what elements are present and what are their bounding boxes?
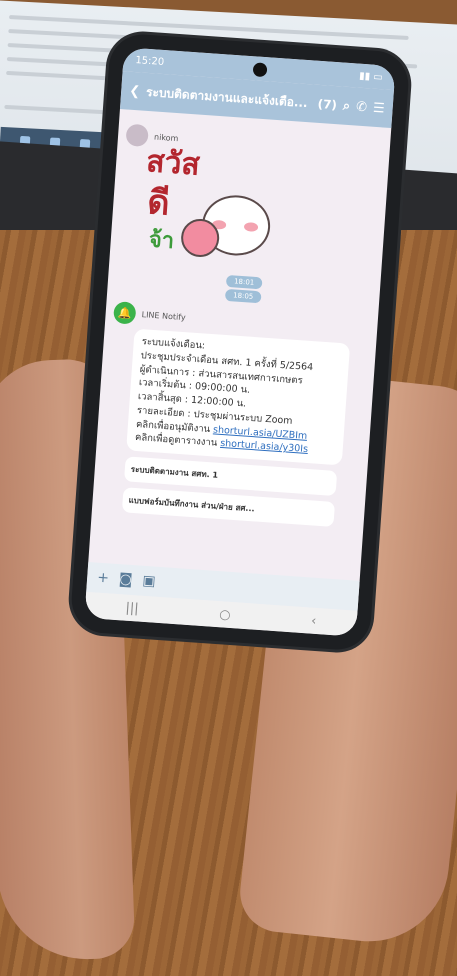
phone-screen: 15:20 ▮▮ ▭ ❮ ระบบติดตามงานและแจ้งเตือ...… (84, 47, 396, 637)
back-icon[interactable]: ‹ (311, 613, 317, 628)
member-count: (7) (317, 96, 338, 113)
sticker-text-line: จ้า (148, 227, 175, 255)
home-icon[interactable]: ○ (219, 607, 231, 623)
signal-battery-icon: ▮▮ ▭ (358, 70, 384, 83)
sticker-cheek (243, 222, 259, 232)
bell-icon[interactable]: 🔔 (113, 301, 137, 325)
card-title: แบบฟอร์มบันทึกงาน ส่วน/ฝ่าย สศ... (128, 495, 255, 514)
card-title: ระบบติดตามงาน สศท. 1 (130, 464, 219, 480)
image-icon[interactable]: ▣ (142, 573, 156, 590)
chat-title: ระบบติดตามงานและแจ้งเตือ... (145, 84, 309, 110)
phone-icon[interactable]: ✆ (356, 99, 368, 115)
system-time-pill: 18:05 (224, 288, 262, 304)
avatar[interactable] (125, 123, 149, 148)
system-time-pill: 18:01 (225, 274, 263, 290)
camera-icon[interactable]: ◙ (118, 571, 133, 588)
sender-name: LINE Notify (141, 309, 186, 322)
status-time: 15:20 (135, 54, 165, 68)
plus-icon[interactable]: + (97, 570, 110, 587)
sticker-text-line: ดี (146, 182, 171, 224)
chevron-left-icon[interactable]: ❮ (129, 83, 141, 99)
greeting-sticker[interactable]: สวัส ดี จ้า (139, 144, 381, 283)
search-icon[interactable]: ⌕ (342, 98, 350, 113)
menu-icon[interactable]: ☰ (372, 100, 385, 116)
chat-area[interactable]: nikom สวัส ดี จ้า 18:01 18:05 🔔 LINE Not… (91, 109, 391, 535)
recent-apps-icon[interactable]: ||| (125, 600, 139, 616)
sender-name: nikom (153, 132, 179, 143)
smartphone: 15:20 ▮▮ ▭ ❮ ระบบติดตามงานและแจ้งเตือ...… (69, 32, 411, 652)
sticker-text-line: สวัส (145, 144, 201, 183)
notify-message-bubble[interactable]: ระบบแจ้งเตือน: ประชุมประจำเดือน สศท. 1 ค… (126, 328, 351, 466)
